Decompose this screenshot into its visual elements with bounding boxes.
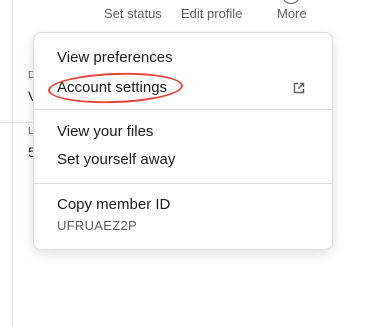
menu-item-view-your-files[interactable]: View your files	[34, 119, 332, 145]
menu-item-copy-member-id[interactable]: Copy member ID	[34, 192, 332, 218]
menu-item-account-settings[interactable]: Account settings	[34, 75, 332, 101]
more-icon[interactable]	[282, 0, 300, 4]
menu-divider	[34, 183, 332, 184]
set-status-button[interactable]: Set status	[104, 6, 162, 21]
profile-action-bar: Set status Edit profile More	[0, 0, 375, 30]
member-id-value: UFRUAEZ2P	[57, 218, 137, 233]
external-link-icon	[293, 82, 305, 94]
more-button[interactable]: More	[277, 6, 307, 21]
left-panel-divider	[12, 0, 13, 326]
menu-item-view-preferences[interactable]: View preferences	[34, 45, 332, 71]
menu-divider	[34, 109, 332, 110]
more-menu: View preferences Account settings View y…	[33, 32, 333, 250]
edit-profile-button[interactable]: Edit profile	[181, 6, 242, 21]
background-divider	[0, 122, 34, 123]
menu-item-set-yourself-away[interactable]: Set yourself away	[34, 147, 332, 173]
